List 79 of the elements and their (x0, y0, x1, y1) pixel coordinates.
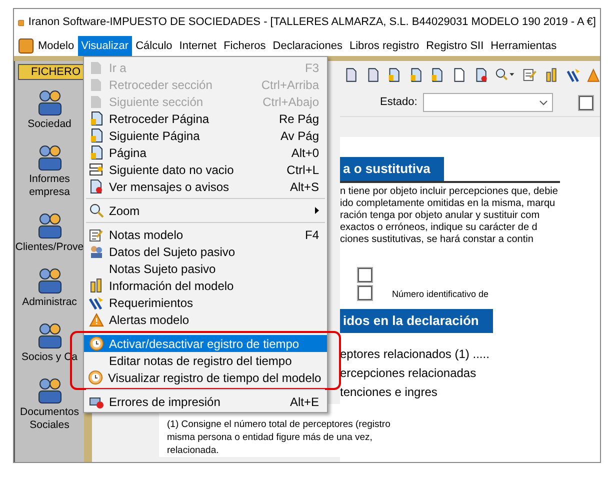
flag-icon (88, 296, 104, 310)
sidebar-item-label[interactable]: Informes empresa (14, 173, 84, 199)
menu-bar-item[interactable]: Libros registro (346, 36, 422, 56)
paragraph-line: ración tenga por objeto anular y sustituir com (340, 210, 541, 222)
menu-bar-item[interactable]: Declaraciones (270, 36, 346, 56)
page-error-icon (90, 179, 102, 194)
page-icon[interactable] (452, 67, 467, 83)
page-icon[interactable] (344, 67, 359, 83)
page-icon (90, 128, 102, 143)
submenu-arrow-icon (315, 207, 319, 214)
page-icon[interactable] (366, 67, 380, 83)
menu-bar-item[interactable]: Modelo (35, 36, 78, 56)
page-icon[interactable] (474, 67, 488, 83)
menu-item[interactable]: Página Alt+0 (84, 144, 327, 161)
menu-item[interactable]: Siguiente Página Av Pág (84, 127, 327, 144)
window-title: Iranon Software-IMPUESTO DE SOCIEDADES - [TALLERES ALMARZA, S.L. B44029031 MODELO 190 2019 - A €] (28, 15, 596, 30)
menu-item[interactable]: Siguiente dato no vacio Ctrl+L (84, 161, 327, 178)
row-label: ercepciones relacionadas (340, 366, 478, 380)
section-header: a o sustitutiva (340, 157, 444, 180)
warning-icon[interactable] (587, 67, 600, 83)
sidebar-item-label[interactable]: Sociedad (14, 118, 84, 131)
menu-item[interactable]: Alertas modelo (84, 311, 327, 328)
menu-bar-item[interactable]: Registro SII (423, 36, 487, 56)
people-icon (88, 244, 104, 258)
page-icon (90, 60, 102, 74)
paragraph-line: n tiene por objeto incluir percepciones que, debie (340, 186, 559, 198)
page-icon (90, 78, 102, 92)
menu-item[interactable]: Información del modelo (84, 277, 327, 294)
menu-bar-item[interactable]: Internet (176, 36, 220, 56)
menu-item[interactable]: Notas modelo F4 (84, 226, 327, 243)
checkbox[interactable] (358, 286, 372, 300)
menu-item[interactable]: Activar/desactivar egistro de tiempo (84, 335, 327, 352)
menu-item[interactable]: Ver mensajes o avisos Alt+S (84, 178, 327, 195)
menu-bar-item[interactable]: Herramientas (488, 36, 560, 56)
notes-icon (89, 228, 103, 242)
chevron-down-icon (539, 100, 548, 106)
sidebar-item-label[interactable]: Administrac (14, 296, 84, 309)
checkbox[interactable] (579, 96, 594, 110)
search-icon (88, 203, 104, 218)
page-icon (90, 94, 102, 108)
warning-icon (88, 312, 104, 326)
flag-icon[interactable] (566, 67, 580, 83)
app-logo-icon[interactable] (18, 38, 34, 54)
field-label: Número identificativo de (392, 288, 489, 300)
filter-label: Estado: (380, 95, 418, 110)
sidebar-item-label[interactable]: Documentos Sociales (14, 406, 84, 432)
search-icon[interactable] (495, 67, 516, 83)
footnote-line: relacionada. (167, 444, 220, 457)
footnote-line: (1) Consigne el número total de perceptores (registro (167, 418, 392, 431)
clock-icon (88, 370, 103, 385)
section-header: idos en la declaración (340, 309, 493, 332)
page-icon (90, 111, 102, 126)
menu-item[interactable]: Requerimientos (84, 294, 327, 311)
menu-bar-item[interactable]: Visualizar (78, 36, 132, 56)
menu-item[interactable]: Notas Sujeto pasivo (84, 260, 327, 277)
menu-item[interactable]: Zoom (84, 202, 327, 219)
menu-item[interactable]: Visualizar registro de tiempo del modelo (84, 369, 327, 386)
page-icon[interactable] (387, 67, 402, 83)
menu-item[interactable]: Errores de impresión Alt+E (84, 393, 327, 410)
paragraph-line: ido completamente omitidas en la misma, marqu (340, 198, 556, 210)
page-icon[interactable] (430, 67, 446, 83)
notes-icon[interactable] (522, 67, 537, 83)
row-label: eptores relacionados (1) ..... (340, 346, 490, 362)
list-icon (88, 162, 104, 176)
sidebar-item-label[interactable]: Clientes/Prove (14, 241, 84, 254)
paragraph-line: exactos o erróneos, indique su carácter de d (340, 222, 538, 234)
page-icon[interactable] (408, 67, 424, 83)
menu-item[interactable]: Editar notas de registro del tiempo (84, 352, 327, 369)
menu-item[interactable]: Retroceder Página Re Pág (84, 110, 327, 127)
footnote-line: misma persona o entidad figure más de una vez, (167, 431, 374, 444)
menu-item[interactable]: Datos del Sujeto pasivo (84, 243, 327, 260)
page-icon (90, 145, 102, 160)
menu-bar-item[interactable]: Ficheros (220, 36, 269, 56)
paragraph-line: ciones sustitutivas, se hará constar a contin (340, 234, 534, 246)
clock-icon (88, 336, 104, 351)
sidebar-tab[interactable]: FICHERO (18, 64, 84, 80)
menu-bar-item[interactable]: Cálculo (132, 36, 176, 56)
row-label: tenciones e ingres (340, 384, 438, 400)
checkbox[interactable] (358, 268, 372, 282)
